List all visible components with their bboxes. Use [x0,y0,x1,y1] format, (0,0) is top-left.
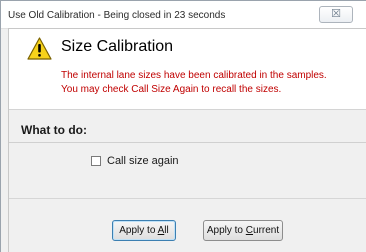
apply-to-current-text-suffix: urrent [253,225,280,236]
call-size-again-checkbox[interactable] [91,156,101,166]
message-line-2: You may check Call Size Again to recall … [61,84,282,95]
warning-icon [27,37,52,60]
apply-to-all-text-prefix: Apply to [119,225,158,236]
dialog-title: Size Calibration [61,38,174,55]
window-title: Use Old Calibration - Being closed in 23… [8,10,226,21]
footer-divider [9,198,366,199]
close-button[interactable]: ☒ [319,6,353,23]
calibration-message: The internal lane sizes have been calibr… [61,69,327,97]
close-icon: ☒ [331,8,341,20]
title-bar[interactable]: Use Old Calibration - Being closed in 23… [1,1,366,29]
what-to-do-label: What to do: [21,123,87,137]
call-size-again-label[interactable]: Call size again [107,155,179,167]
apply-to-current-text-prefix: Apply to [206,225,246,236]
apply-to-all-text-suffix: ll [164,225,169,236]
message-line-1: The internal lane sizes have been calibr… [61,70,327,81]
apply-to-all-button[interactable]: Apply to All [112,220,176,241]
apply-to-current-accelerator: C [245,225,254,236]
section-divider [9,142,366,143]
apply-to-current-button[interactable]: Apply to Current [203,220,283,241]
